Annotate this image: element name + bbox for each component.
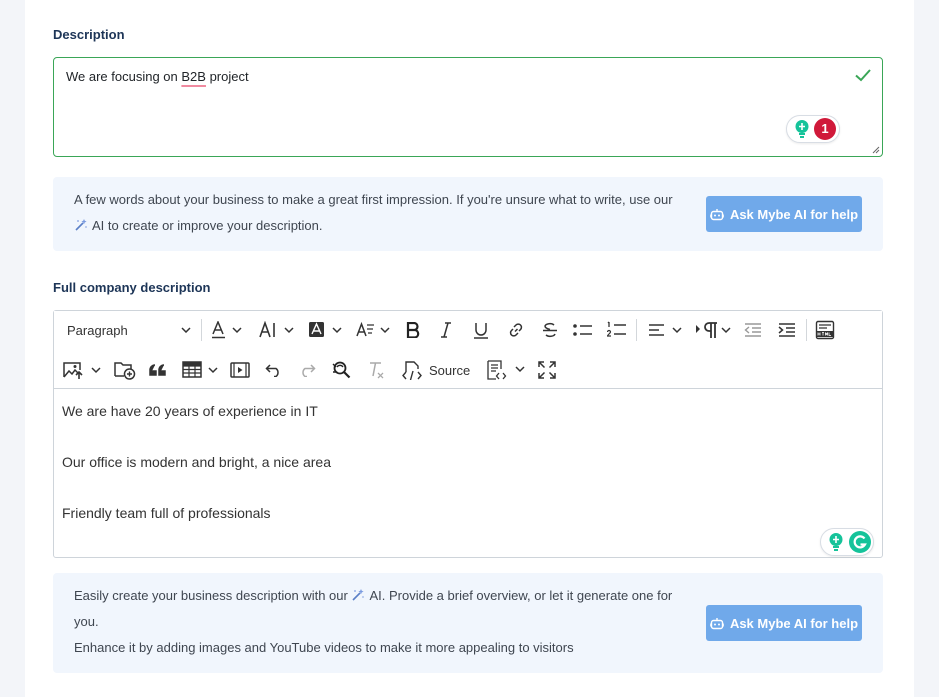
italic-icon [441, 322, 451, 338]
font-size-icon [259, 321, 294, 338]
find-replace-button[interactable] [331, 358, 351, 382]
text-direction-button[interactable] [695, 318, 733, 342]
description-textarea[interactable]: We are focusing on B2B project 1 [53, 57, 883, 157]
font-background-color-button[interactable] [308, 318, 344, 342]
full-description-hint-text: Easily create your business description … [74, 588, 673, 655]
html-embed-button[interactable] [815, 318, 835, 342]
insert-image-button[interactable] [62, 358, 102, 382]
blockquote-button[interactable] [149, 358, 167, 382]
rich-text-editor: Paragraph Source We are have 20 years of… [53, 310, 883, 558]
image-upload-icon [63, 362, 101, 379]
paragraph-mark-icon [696, 322, 731, 338]
full-description-hint: Easily create your business description … [53, 573, 883, 673]
numbered-list-button[interactable] [607, 318, 627, 342]
folder-add-icon [114, 362, 136, 380]
alignment-button[interactable] [648, 318, 684, 342]
full-description-label: Full company description [53, 280, 211, 295]
toolbar-separator [201, 319, 202, 341]
bulleted-list-button[interactable] [573, 318, 593, 342]
toolbar-separator [636, 319, 637, 341]
description-value: We are focusing on B2B project [66, 69, 249, 84]
misspelled-word[interactable]: B2B [181, 69, 206, 84]
source-button[interactable]: Source [402, 358, 470, 382]
indent-button[interactable] [778, 318, 796, 342]
insert-media-button[interactable] [230, 358, 250, 382]
insert-table-button[interactable] [182, 358, 220, 382]
align-left-icon [649, 324, 682, 336]
grammarly-widget[interactable] [820, 528, 874, 556]
editor-paragraph: Our office is modern and bright, a nice … [62, 454, 332, 470]
media-icon [230, 362, 250, 378]
show-blocks-icon [487, 360, 525, 380]
ask-ai-button[interactable]: Ask Mybe AI for help [706, 196, 862, 232]
redo-icon [302, 364, 316, 377]
bold-icon [406, 322, 420, 338]
remove-format-button[interactable] [367, 358, 385, 382]
grammarly-logo-icon [849, 531, 871, 553]
undo-icon [265, 364, 279, 377]
numbered-list-icon [607, 321, 626, 337]
font-family-button[interactable] [356, 318, 392, 342]
check-icon [855, 69, 871, 82]
description-hint-text: A few words about your business to make … [74, 192, 673, 233]
find-replace-icon [332, 361, 351, 379]
show-blocks-button[interactable] [486, 358, 526, 382]
undo-button[interactable] [265, 358, 283, 382]
editor-paragraph: Friendly team full of professionals [62, 505, 271, 521]
magic-wand-icon [352, 589, 365, 601]
fullscreen-icon [538, 361, 556, 379]
font-family-icon [356, 321, 390, 337]
resize-handle-icon[interactable] [872, 146, 880, 154]
paragraph-style-dropdown[interactable]: Paragraph [67, 318, 191, 342]
source-code-icon [402, 361, 422, 380]
underline-icon [474, 322, 488, 339]
underline-button[interactable] [474, 318, 488, 342]
fullscreen-button[interactable] [538, 358, 556, 382]
strikethrough-icon [543, 322, 557, 338]
table-icon [182, 361, 218, 378]
robot-icon [709, 208, 724, 220]
font-size-button[interactable] [259, 318, 297, 342]
chevron-down-icon [181, 327, 191, 333]
indent-icon [778, 323, 795, 337]
bulleted-list-icon [573, 324, 592, 336]
description-hint: A few words about your business to make … [53, 177, 883, 251]
redo-button[interactable] [298, 358, 316, 382]
grammarly-widget[interactable]: 1 [786, 115, 840, 143]
link-icon [509, 323, 523, 337]
highlight-color-icon [309, 322, 342, 337]
html-embed-icon [815, 320, 835, 340]
font-color-icon [212, 321, 242, 339]
strikethrough-button[interactable] [542, 318, 558, 342]
ask-ai-button[interactable]: Ask Mybe AI for help [706, 605, 862, 641]
file-manager-button[interactable] [114, 358, 136, 382]
editor-content[interactable]: We are have 20 years of experience in IT… [62, 399, 331, 552]
grammarly-bulb-icon [829, 533, 843, 551]
toolbar-separator [806, 319, 807, 341]
grammarly-issues-badge[interactable]: 1 [814, 118, 836, 140]
outdent-icon [744, 323, 761, 337]
description-label: Description [53, 27, 125, 42]
editor-toolbar: Paragraph Source [54, 311, 882, 389]
font-color-button[interactable] [211, 318, 243, 342]
outdent-button[interactable] [744, 318, 762, 342]
link-button[interactable] [508, 318, 524, 342]
quote-icon [149, 364, 166, 376]
magic-wand-icon [75, 219, 87, 231]
italic-button[interactable] [440, 318, 452, 342]
bold-button[interactable] [406, 318, 420, 342]
remove-format-icon [370, 362, 384, 379]
robot-icon [709, 617, 724, 629]
editor-paragraph: We are have 20 years of experience in IT [62, 403, 318, 419]
grammarly-bulb-icon [795, 120, 809, 138]
